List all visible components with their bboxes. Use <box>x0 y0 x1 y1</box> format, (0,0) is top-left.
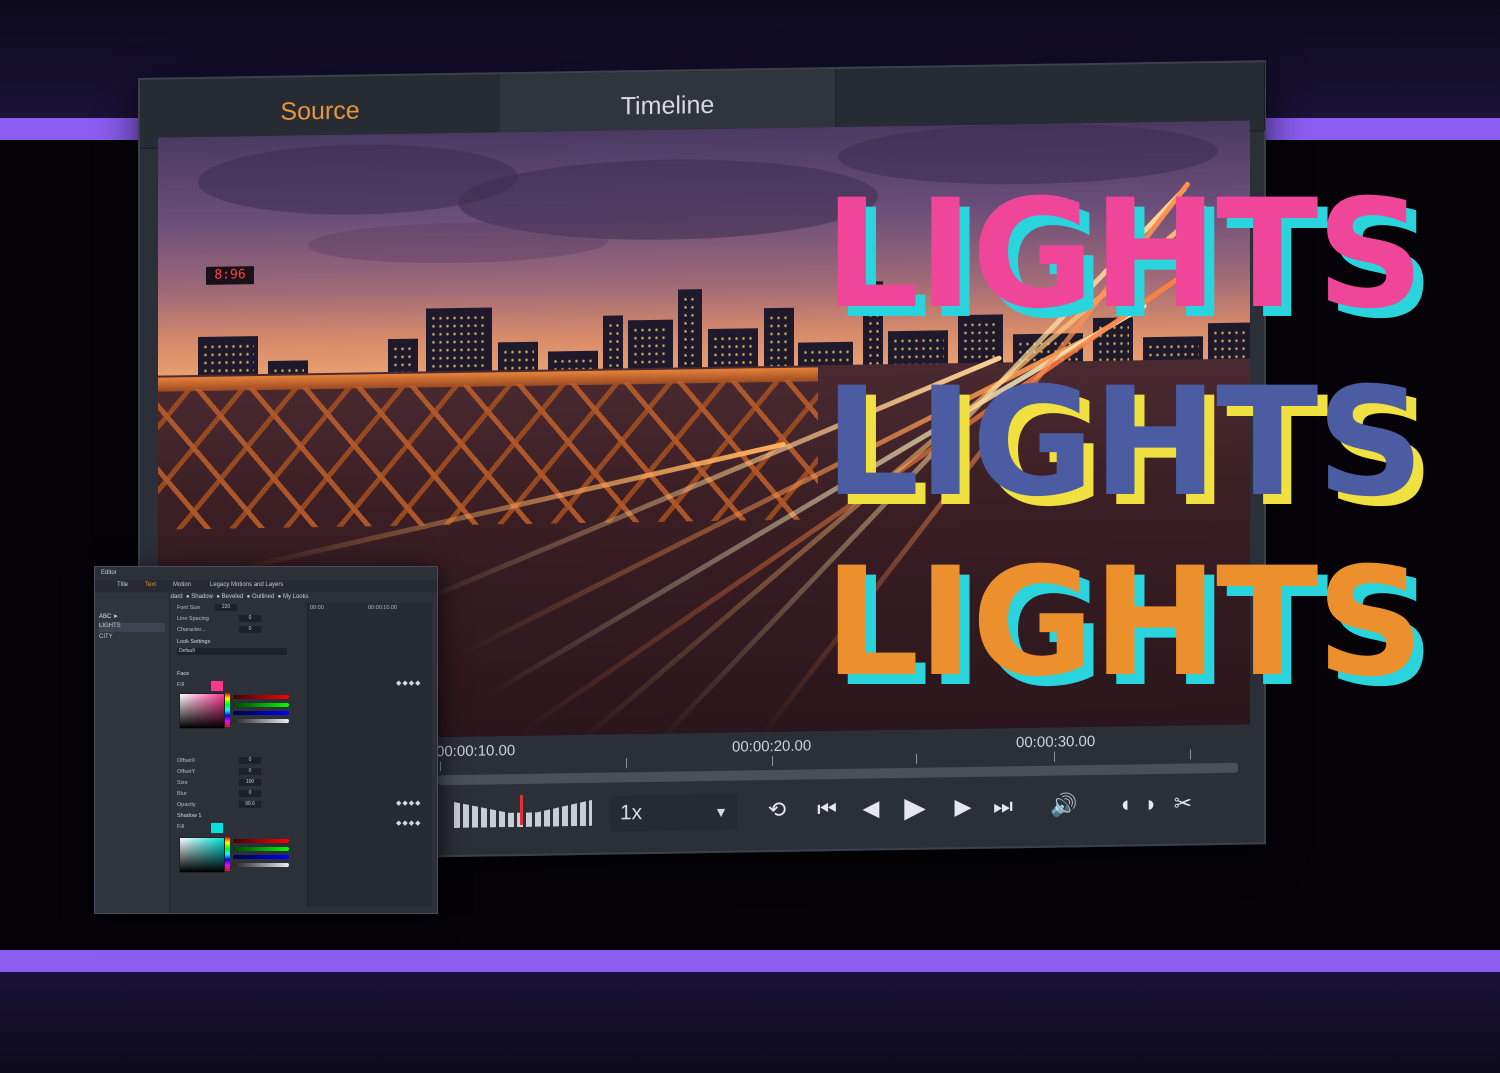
timecode-label: 00:00:30.00 <box>1016 732 1096 752</box>
layer-item[interactable]: LIGHTS <box>99 623 165 632</box>
blur-field[interactable]: 0 <box>239 790 261 797</box>
blue-slider[interactable] <box>233 711 289 715</box>
size-field[interactable]: 100 <box>239 779 261 786</box>
add-text-icon[interactable]: ABC ➤ <box>99 613 165 622</box>
background-bottom-band <box>0 972 1500 1073</box>
overlay-title-line-1: LIGHTS <box>824 168 1424 342</box>
timecode-label: 00:00:10.00 <box>436 742 516 761</box>
font-size-field[interactable]: 220 <box>215 604 237 611</box>
layer-item[interactable]: CITY <box>99 634 165 643</box>
chevron-down-icon: ▼ <box>714 803 728 820</box>
fill-label: Fill <box>177 682 185 688</box>
editor-keyframe-timeline[interactable]: 00:00 00:00:10.00 ◆◆◆◆ ◆◆◆◆ ◆◆◆◆ <box>307 603 432 907</box>
offset-x-field[interactable]: 0 <box>239 757 261 764</box>
green-slider[interactable] <box>233 703 289 707</box>
mark-out-icon[interactable]: ◗ <box>1136 789 1166 819</box>
text-properties: Font Size 220 Line Spacing 0 Character..… <box>173 603 301 907</box>
face-hue-slider[interactable] <box>225 693 230 727</box>
shadow1-header[interactable]: Shadow 1 <box>177 813 201 819</box>
opacity-label: Opacity <box>177 802 196 808</box>
face-header[interactable]: Face <box>177 671 189 677</box>
overlay-title-line-2: LIGHTS <box>824 356 1424 530</box>
previous-frame-icon[interactable]: ◀ <box>856 793 886 823</box>
split-icon[interactable]: ✂ <box>1168 788 1198 818</box>
go-to-start-icon[interactable]: ⏮ <box>812 794 842 824</box>
timecode-label: 00:00:20.00 <box>732 737 812 756</box>
speed-dropdown[interactable]: 1x ▼ <box>610 793 738 832</box>
timeline-mark: 00:00 <box>310 605 324 611</box>
jog-position-marker <box>520 794 523 825</box>
next-frame-icon[interactable]: ▶ <box>948 792 978 822</box>
red-slider[interactable] <box>233 695 289 699</box>
look-default-field[interactable]: Default <box>177 648 287 655</box>
shadow-color-swatch[interactable] <box>211 823 223 833</box>
character-field[interactable]: 0 <box>239 626 261 633</box>
offset-x-label: OffsetX <box>177 758 196 764</box>
look-my-looks[interactable]: ● My Looks <box>278 594 309 600</box>
keyframe-markers[interactable]: ◆◆◆◆ <box>396 799 422 807</box>
shadow-hue-slider[interactable] <box>225 837 230 871</box>
line-spacing-label: Line Spacing <box>177 616 209 622</box>
tab-title[interactable]: Title <box>117 582 128 588</box>
tab-text[interactable]: Text <box>145 582 156 588</box>
jog-shuttle[interactable] <box>454 800 592 828</box>
editor-title: Editor <box>101 570 117 576</box>
overlay-title-line-3: LIGHTS <box>824 536 1424 710</box>
keyframe-markers[interactable]: ◆◆◆◆ <box>396 819 422 827</box>
bridge-truss <box>158 379 818 530</box>
shadow-alpha-slider[interactable] <box>233 863 289 867</box>
offset-y-label: OffsetY <box>177 769 196 775</box>
timeline-mark: 00:00:10.00 <box>368 605 398 611</box>
billboard-clock: 8:96 <box>206 266 254 285</box>
purple-stripe-bottom <box>0 950 1500 972</box>
go-to-end-icon[interactable]: ⏭ <box>988 791 1018 821</box>
loop-icon[interactable]: ⟲ <box>762 795 792 825</box>
keyframe-markers[interactable]: ◆◆◆◆ <box>396 679 422 687</box>
shadow-green-slider[interactable] <box>233 847 289 851</box>
shadow-color-picker[interactable] <box>179 837 225 873</box>
tab-legacy-motions[interactable]: Legacy Motions and Layers <box>210 582 283 588</box>
title-editor-panel: Editor Title Text Motion Legacy Motions … <box>94 566 438 914</box>
volume-icon[interactable]: 🔊 <box>1044 790 1084 821</box>
play-icon[interactable]: ▶ <box>900 792 930 823</box>
speed-value: 1x <box>620 801 643 825</box>
shadow-blue-slider[interactable] <box>233 855 289 859</box>
look-shadow[interactable]: ● Shadow <box>186 594 213 600</box>
look-settings-header[interactable]: Look Settings <box>177 639 210 645</box>
look-outlined[interactable]: ● Outlined <box>247 594 275 600</box>
look-beveled[interactable]: ● Beveled <box>216 594 243 600</box>
editor-tab-bar: Title Text Motion Legacy Motions and Lay… <box>95 580 437 592</box>
face-color-swatch[interactable] <box>211 681 223 691</box>
shadow-red-slider[interactable] <box>233 839 289 843</box>
alpha-slider[interactable] <box>233 719 289 723</box>
blur-label: Blur <box>177 791 187 797</box>
offset-y-field[interactable]: 0 <box>239 768 261 775</box>
line-spacing-field[interactable]: 0 <box>239 615 261 622</box>
layers-panel: ABC ➤ LIGHTS CITY <box>95 593 170 913</box>
tab-motion[interactable]: Motion <box>173 582 191 588</box>
looks-presets: ● Standard ● Shadow ● Beveled ● Outlined… <box>153 594 309 600</box>
character-label: Character... <box>177 627 206 633</box>
shadow-fill-label: Fill <box>177 824 185 830</box>
opacity-field[interactable]: 99.6 <box>239 801 261 808</box>
face-color-picker[interactable] <box>179 693 225 729</box>
size-label: Size <box>177 780 188 786</box>
font-size-label: Font Size <box>177 605 201 611</box>
